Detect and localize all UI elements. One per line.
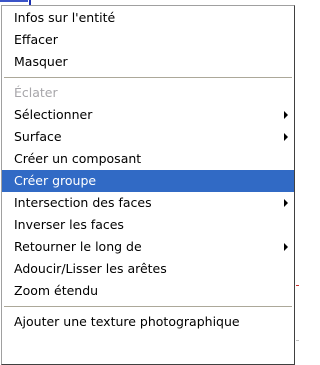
submenu-arrow-icon bbox=[284, 111, 288, 119]
menu-item-retourner-long-de[interactable]: Retourner le long de bbox=[2, 236, 294, 258]
menu-item-masquer[interactable]: Masquer bbox=[2, 51, 294, 73]
submenu-arrow-icon bbox=[284, 199, 288, 207]
menu-item-label: Effacer bbox=[14, 32, 58, 47]
submenu-arrow-icon bbox=[284, 133, 288, 141]
menu-item-creer-groupe[interactable]: Créer groupe bbox=[2, 170, 294, 192]
submenu-arrow-icon bbox=[284, 243, 288, 251]
menu-item-label: Masquer bbox=[14, 54, 68, 69]
menu-item-label: Créer un composant bbox=[14, 151, 142, 166]
menu-item-adoucir-lisser[interactable]: Adoucir/Lisser les arêtes bbox=[2, 258, 294, 280]
menu-item-label: Retourner le long de bbox=[14, 239, 142, 254]
menu-item-creer-composant[interactable]: Créer un composant bbox=[2, 148, 294, 170]
menu-item-label: Adoucir/Lisser les arêtes bbox=[14, 261, 167, 276]
menu-item-label: Infos sur l'entité bbox=[14, 10, 116, 25]
menu-item-infos-entite[interactable]: Infos sur l'entité bbox=[2, 7, 294, 29]
menu-item-intersection-faces[interactable]: Intersection des faces bbox=[2, 192, 294, 214]
background-window-edge bbox=[296, 285, 299, 286]
menu-item-zoom-etendu[interactable]: Zoom étendu bbox=[2, 280, 294, 302]
menu-separator bbox=[2, 302, 294, 311]
menu-item-label: Inverser les faces bbox=[14, 217, 124, 232]
background-window-underline bbox=[0, 0, 28, 2]
menu-item-label: Intersection des faces bbox=[14, 195, 152, 210]
menu-item-effacer[interactable]: Effacer bbox=[2, 29, 294, 51]
menu-item-eclater: Éclater bbox=[2, 82, 294, 104]
menu-item-label: Zoom étendu bbox=[14, 283, 99, 298]
context-menu: Infos sur l'entité Effacer Masquer Éclat… bbox=[1, 5, 295, 365]
menu-item-label: Éclater bbox=[14, 85, 58, 100]
menu-item-label: Surface bbox=[14, 129, 62, 144]
menu-item-label: Créer groupe bbox=[14, 173, 97, 188]
screen: Infos sur l'entité Effacer Masquer Éclat… bbox=[0, 0, 299, 365]
menu-item-surface[interactable]: Surface bbox=[2, 126, 294, 148]
menu-item-inverser-faces[interactable]: Inverser les faces bbox=[2, 214, 294, 236]
menu-item-selectionner[interactable]: Sélectionner bbox=[2, 104, 294, 126]
menu-separator bbox=[2, 73, 294, 82]
menu-item-label: Ajouter une texture photographique bbox=[14, 314, 240, 329]
menu-item-label: Sélectionner bbox=[14, 107, 93, 122]
background-window-edge-line bbox=[296, 340, 299, 341]
menu-item-ajouter-texture[interactable]: Ajouter une texture photographique bbox=[2, 311, 294, 333]
